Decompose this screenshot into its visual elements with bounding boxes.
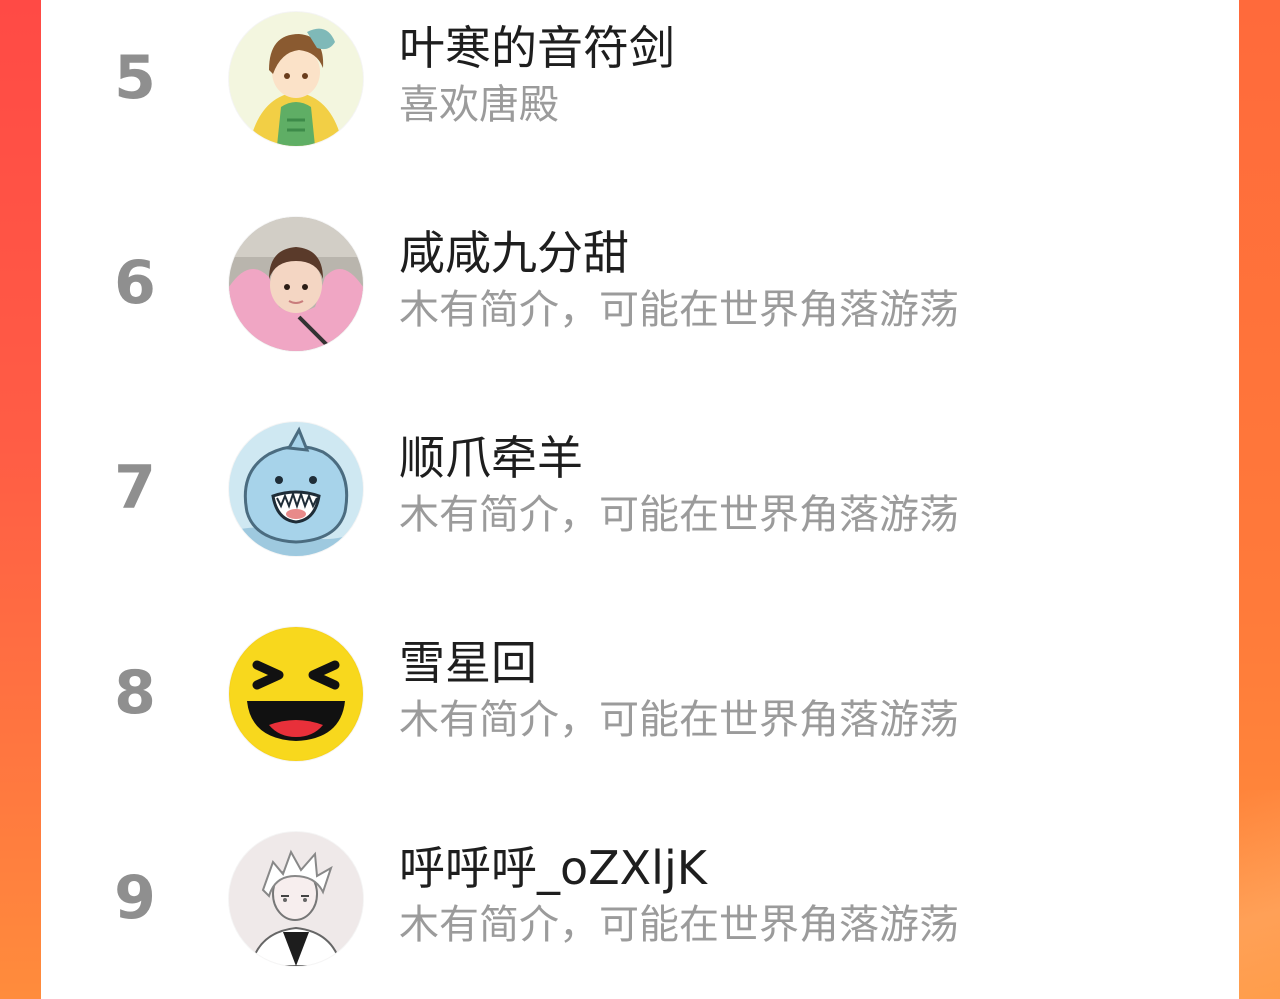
list-item[interactable]: 7 顺爪牵羊 木有简介，可能在世界角落游荡 [41, 410, 1239, 556]
user-bio: 木有简介，可能在世界角落游荡 [399, 492, 959, 538]
user-bio: 木有简介，可能在世界角落游荡 [399, 902, 959, 948]
list-item[interactable]: 6 咸咸九分甜 木有简介，可能在世界角落游荡 [41, 205, 1239, 351]
rank-number: 6 [114, 248, 156, 318]
list-item[interactable]: 8 雪星回 木有简介，可能在世界角落游荡 [41, 615, 1239, 761]
anime-boy-avatar-icon[interactable] [229, 12, 363, 146]
user-name: 叶寒的音符剑 [399, 21, 675, 75]
user-name: 顺爪牵羊 [399, 431, 583, 485]
rank-number: 5 [114, 43, 156, 113]
laughing-emoji-avatar-icon[interactable] [229, 627, 363, 761]
user-bio: 喜欢唐殿 [399, 82, 559, 128]
right-gradient-edge [1238, 0, 1280, 999]
list-item[interactable]: 5 叶寒的音符剑 喜欢唐殿 [41, 0, 1239, 146]
rank-number: 9 [114, 863, 156, 933]
user-bio: 木有简介，可能在世界角落游荡 [399, 697, 959, 743]
rank-number: 7 [114, 453, 156, 523]
user-name: 咸咸九分甜 [399, 226, 629, 280]
white-hair-boy-avatar-icon[interactable] [229, 832, 363, 966]
shark-cartoon-avatar-icon[interactable] [229, 422, 363, 556]
user-name: 呼呼呼_oZXljK [399, 841, 707, 895]
ranking-list: 5 叶寒的音符剑 喜欢唐殿 6 咸咸九分甜 木有简介，可能在世界角落游荡 7 顺… [41, 0, 1239, 999]
list-item[interactable]: 9 呼呼呼_oZXljK 木有简介，可能在世界角落游荡 [41, 820, 1239, 966]
user-name: 雪星回 [399, 636, 537, 690]
child-photo-avatar-icon[interactable] [229, 217, 363, 351]
rank-number: 8 [114, 658, 156, 728]
user-bio: 木有简介，可能在世界角落游荡 [399, 287, 959, 333]
